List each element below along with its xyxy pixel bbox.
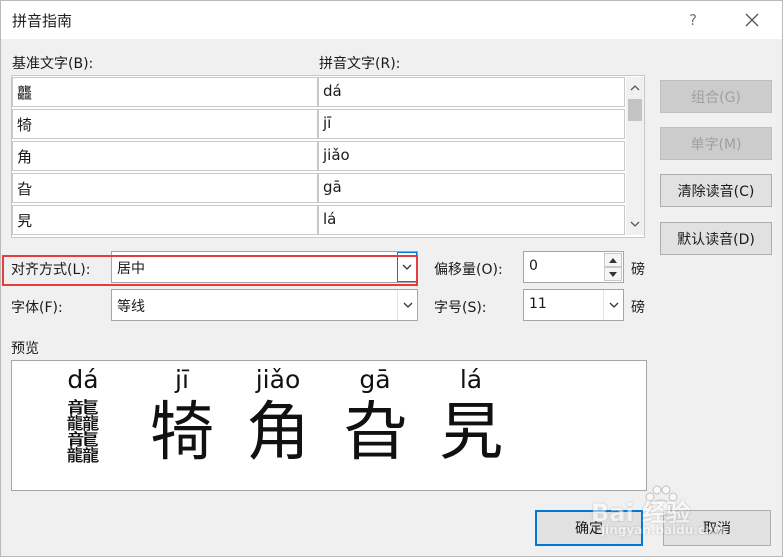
phonetic-guide-dialog: 拼音指南 ? 基准文字(B): 拼音文字(R): 龘 dá 犄 jī 角 jiǎ… <box>0 0 783 557</box>
scroll-thumb[interactable] <box>628 99 642 121</box>
offset-increment-button[interactable] <box>604 253 622 267</box>
base-cell-5[interactable]: 旯 <box>12 205 318 235</box>
preview-char-2: 犄 <box>150 396 214 470</box>
preview-pinyin-4: gā <box>359 365 391 394</box>
pinyin-cell-3[interactable]: jiǎo <box>318 141 625 171</box>
preview-pinyin-5: lá <box>459 365 483 394</box>
pinyin-cell-1[interactable]: dá <box>318 77 625 107</box>
grid-scrollbar[interactable] <box>626 77 644 235</box>
base-cell-3[interactable]: 角 <box>12 141 318 171</box>
chevron-up-icon <box>630 85 640 91</box>
size-label: 字号(S): <box>434 300 487 316</box>
triangle-up-icon <box>609 257 617 263</box>
preview-char-5: 旯 <box>439 396 503 470</box>
pinyin-cell-2[interactable]: jī <box>318 109 625 139</box>
preview-pinyin-1: dá <box>67 365 99 394</box>
offset-label: 偏移量(O): <box>434 262 503 278</box>
combine-button[interactable]: 组合(G) <box>660 80 772 113</box>
size-value[interactable]: 11 <box>529 296 547 312</box>
pinyin-text-label: 拼音文字(R): <box>319 56 401 72</box>
preview-char-3: 角 <box>246 396 310 470</box>
title-bar: 拼音指南 ? <box>1 1 782 39</box>
chevron-down-icon <box>630 221 640 227</box>
pinyin-cell-5[interactable]: lá <box>318 205 625 235</box>
offset-unit: 磅 <box>631 262 645 278</box>
close-icon <box>745 13 759 27</box>
offset-value[interactable]: 0 <box>529 258 538 274</box>
preview-pinyin-2: jī <box>175 365 189 394</box>
base-cell-4[interactable]: 旮 <box>12 173 318 203</box>
size-unit: 磅 <box>631 300 645 316</box>
offset-spinner[interactable]: 0 <box>523 251 624 283</box>
close-button[interactable] <box>731 1 773 39</box>
default-reading-button[interactable]: 默认读音(D) <box>660 222 772 255</box>
base-text-label: 基准文字(B): <box>12 56 94 72</box>
font-dropdown-button[interactable] <box>397 290 417 320</box>
highlight-box <box>2 255 418 286</box>
base-cell-1[interactable]: 龘 <box>12 77 318 107</box>
size-dropdown-button[interactable] <box>603 290 623 320</box>
base-cell-2[interactable]: 犄 <box>12 109 318 139</box>
dialog-title: 拼音指南 <box>12 12 73 30</box>
chevron-down-icon <box>403 302 412 308</box>
help-button[interactable]: ? <box>673 1 713 39</box>
cancel-button[interactable]: 取消 <box>663 510 771 546</box>
size-select[interactable]: 11 <box>523 289 624 321</box>
preview-char-1-text-repeat: 龘 <box>66 429 100 469</box>
preview-char-4: 旮 <box>343 396 407 470</box>
scroll-down-button[interactable] <box>626 215 644 233</box>
scroll-up-button[interactable] <box>626 79 644 97</box>
offset-decrement-button[interactable] <box>604 267 622 281</box>
clear-reading-button[interactable]: 清除读音(C) <box>660 174 772 207</box>
chevron-down-icon <box>609 302 618 308</box>
triangle-down-icon <box>609 271 617 277</box>
font-select[interactable]: 等线 <box>111 289 418 321</box>
ok-button[interactable]: 确定 <box>535 510 643 546</box>
pinyin-cell-4[interactable]: gā <box>318 173 625 203</box>
preview-pinyin-3: jiǎo <box>255 365 301 394</box>
font-value: 等线 <box>117 299 145 315</box>
font-label: 字体(F): <box>11 300 63 316</box>
preview-char-1: 龘 龘 <box>52 400 114 469</box>
preview-label: 预览 <box>11 341 39 357</box>
single-char-button[interactable]: 单字(M) <box>660 127 772 160</box>
